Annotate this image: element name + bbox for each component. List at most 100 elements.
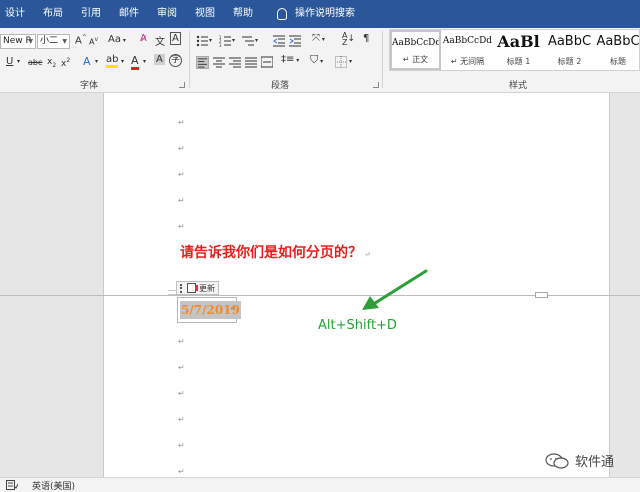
tab-mailings[interactable]: 邮件	[110, 0, 148, 28]
date-field[interactable]: 5/7/2019 ↵	[177, 297, 241, 323]
wechat-icon	[545, 452, 569, 469]
field-update-tag[interactable]: 更新	[176, 281, 219, 295]
align-center-icon[interactable]	[213, 56, 225, 68]
decrease-indent-icon[interactable]	[273, 35, 285, 47]
paragraph-mark: ↵	[178, 222, 185, 231]
shrink-font-icon[interactable]: Av	[89, 36, 98, 47]
paragraph-mark: ↵	[178, 118, 185, 127]
clear-formatting-icon[interactable]: A̷	[140, 33, 147, 44]
style-name: ↵ 无间隔	[450, 57, 485, 66]
numbering-icon[interactable]: 123	[219, 35, 231, 47]
font-name-combo[interactable]: New R ▼	[0, 34, 36, 49]
superscript-icon[interactable]: x2	[61, 57, 70, 69]
font-color-icon[interactable]: A	[131, 54, 139, 70]
borders-icon[interactable]	[335, 56, 347, 68]
styles-group-label: 样式	[509, 81, 528, 91]
style-heading-1[interactable]: AaBl 标题 1	[493, 30, 544, 70]
shading-icon[interactable]: ⛉ ▾	[310, 53, 323, 67]
watermark: 软件通	[545, 451, 614, 470]
shortcut-annotation: Alt+Shift+D	[318, 318, 397, 333]
distributed-icon[interactable]	[261, 56, 273, 68]
strikethrough-icon[interactable]: abc	[28, 58, 42, 67]
style-sample: AaBbCcDd	[392, 38, 441, 48]
group-divider	[382, 31, 383, 88]
paragraph-dialog-launcher-icon[interactable]	[373, 82, 379, 88]
style-title[interactable]: AaBbC 标题	[595, 30, 640, 70]
chevron-down-icon[interactable]: ▾	[95, 58, 98, 65]
chevron-down-icon: ▼	[62, 38, 67, 45]
tab-references[interactable]: 引用	[72, 0, 110, 28]
chevron-down-icon[interactable]: ▾	[121, 58, 124, 65]
increase-indent-icon[interactable]	[289, 35, 301, 47]
paragraph-mark: ↵	[230, 304, 237, 313]
paragraph-mark: ↵	[178, 196, 185, 205]
tab-design[interactable]: 设计	[0, 0, 34, 28]
paragraph-mark: ↵	[178, 337, 185, 346]
chevron-down-icon[interactable]: ▾	[17, 58, 20, 65]
underline-icon[interactable]: U	[6, 56, 13, 67]
annotation-arrow	[362, 269, 428, 310]
tell-me-search[interactable]: 操作说明搜索	[268, 0, 364, 28]
proofing-status-icon[interactable]	[6, 480, 18, 490]
align-left-icon[interactable]	[196, 56, 209, 69]
ribbon: New R ▼ 小二 ▼ A^ Av Aa ▾ A̷ 文 A U ▾ abc x2 …	[0, 28, 640, 93]
paragraph-mark: ↵	[178, 363, 185, 372]
subscript-icon[interactable]: x2	[47, 57, 56, 69]
paragraph-mark: ↵	[178, 467, 185, 476]
style-name: 标题 2	[557, 57, 582, 66]
chevron-down-icon[interactable]: ▾	[349, 58, 352, 65]
svg-text:3: 3	[219, 43, 222, 47]
font-size-value: 小二	[40, 36, 59, 46]
chevron-down-icon[interactable]: ▾	[143, 58, 146, 65]
document-workspace: ↵ ↵ ↵ ↵ ↵ 请告诉我你们是如何分页的？ ↵ 更新 5/7/2019 ↵ A…	[0, 93, 640, 477]
style-name: 标题 1	[506, 57, 531, 66]
chevron-down-icon[interactable]: ▾	[255, 37, 258, 44]
enclose-characters-icon[interactable]: 字	[169, 54, 182, 67]
show-paragraph-marks-icon[interactable]: ¶	[363, 33, 369, 44]
font-dialog-launcher-icon[interactable]	[179, 82, 185, 88]
style-heading-2[interactable]: AaBbC 标题 2	[544, 30, 595, 70]
text-effects-icon[interactable]: A	[83, 55, 91, 68]
align-right-icon[interactable]	[229, 56, 241, 68]
tab-view[interactable]: 视图	[186, 0, 224, 28]
question-text[interactable]: 请告诉我你们是如何分页的？ ↵	[180, 242, 371, 262]
tab-help[interactable]: 帮助	[224, 0, 262, 28]
status-bar: 英语(美国)	[0, 477, 640, 492]
tell-me-label: 操作说明搜索	[295, 8, 355, 19]
language-status[interactable]: 英语(美国)	[32, 479, 75, 492]
tab-layout[interactable]: 布局	[34, 0, 72, 28]
multilevel-list-icon[interactable]	[242, 35, 254, 47]
bullets-icon[interactable]	[196, 35, 208, 47]
style-sample: AaBbC	[547, 34, 592, 49]
chevron-down-icon[interactable]: ▾	[232, 37, 235, 44]
paragraph-mark: ↵	[178, 170, 185, 179]
style-normal[interactable]: AaBbCcDd ↵ 正文	[390, 30, 441, 70]
paragraph-mark: ↵	[178, 415, 185, 424]
paragraph-mark: ↵	[364, 250, 371, 259]
sort-icon[interactable]: A Z↓	[342, 32, 355, 47]
asian-layout-icon[interactable]: ⤧ ▾	[312, 33, 325, 44]
change-case-icon[interactable]: Aa ▾	[108, 34, 126, 45]
line-spacing-icon[interactable]: ‡≡ ▾	[281, 54, 299, 65]
style-no-spacing[interactable]: AaBbCcDd ↵ 无间隔	[442, 30, 493, 70]
font-size-combo[interactable]: 小二 ▼	[37, 34, 70, 49]
grow-font-icon[interactable]: A^	[75, 34, 87, 46]
paragraph-mark: ↵	[178, 144, 185, 153]
styles-gallery: AaBbCcDd ↵ 正文 AaBbCcDd ↵ 无间隔 AaBl 标题 1 A…	[389, 29, 640, 71]
paragraph-mark: ↵	[178, 441, 185, 450]
highlight-color-icon[interactable]: ab	[106, 54, 119, 68]
phonetic-guide-icon[interactable]: 文	[155, 33, 165, 48]
tab-review[interactable]: 审阅	[148, 0, 186, 28]
style-sample: AaBbCcDd	[442, 36, 493, 46]
style-name: 标题	[610, 57, 626, 66]
update-field-icon	[187, 283, 198, 293]
ribbon-tab-bar: 设计 布局 引用 邮件 审阅 视图 帮助 操作说明搜索	[0, 0, 640, 28]
font-group-label: 字体	[80, 81, 99, 91]
drag-handle-icon[interactable]	[180, 283, 183, 293]
justify-icon[interactable]	[245, 56, 257, 68]
chevron-down-icon[interactable]: ▾	[209, 37, 212, 44]
character-shading-icon[interactable]: A	[154, 54, 165, 65]
style-sample: AaBbC	[596, 34, 640, 49]
character-border-icon[interactable]: A	[170, 32, 181, 45]
question-label: 请告诉我你们是如何分页的？	[180, 245, 362, 261]
